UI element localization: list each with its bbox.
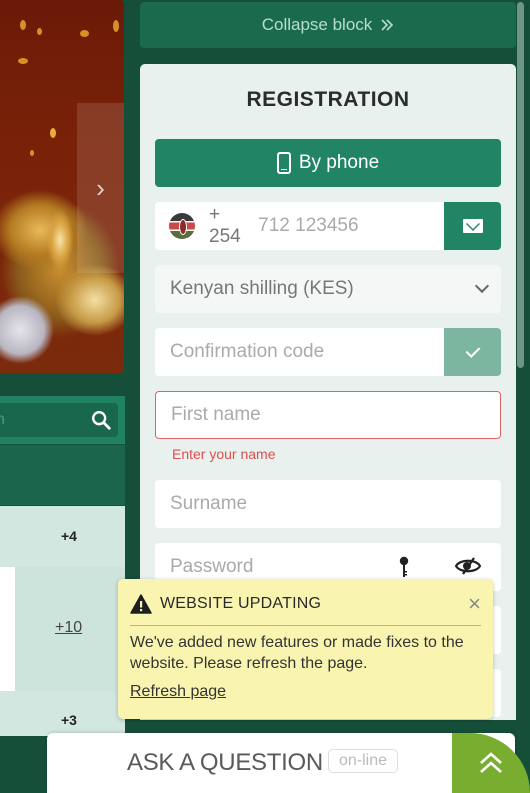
chevron-right-icon: ›	[96, 172, 105, 203]
registration-title: REGISTRATION	[246, 88, 410, 111]
surname-input[interactable]	[170, 493, 501, 515]
phone-field: + 254	[155, 202, 501, 250]
close-icon[interactable]: ×	[468, 593, 481, 615]
first-name-field	[155, 391, 501, 439]
promo-banner[interactable]: ›	[0, 0, 124, 373]
eye-slash-icon[interactable]	[455, 557, 481, 575]
confetti-decoration	[113, 20, 119, 32]
update-toast: WEBSITE UPDATING × We've added new featu…	[118, 579, 493, 719]
key-icon[interactable]	[399, 556, 409, 578]
warning-icon	[130, 594, 152, 614]
more-markets-count[interactable]: +4	[61, 528, 77, 544]
ask-question-label: ASK A QUESTION	[127, 749, 323, 776]
kenya-flag-icon[interactable]	[169, 213, 195, 239]
confetti-decoration	[80, 30, 89, 37]
ask-question-widget[interactable]: ASK A QUESTION on-line	[47, 733, 515, 793]
online-status-badge: on-line	[328, 749, 399, 773]
chevron-down-icon	[474, 278, 490, 294]
more-markets-link[interactable]: +10	[55, 619, 82, 637]
more-markets-count[interactable]: +3	[61, 712, 77, 728]
banner-next-button[interactable]: ›	[77, 103, 124, 273]
confetti-decoration	[30, 150, 34, 156]
confetti-decoration	[50, 128, 56, 138]
confetti-decoration	[37, 28, 42, 35]
toast-header: WEBSITE UPDATING ×	[130, 593, 481, 615]
tab-by-phone-label: By phone	[298, 152, 380, 173]
dial-code[interactable]: + 254	[209, 204, 244, 248]
confetti-decoration	[20, 20, 26, 30]
currency-selected: Kenyan shilling (KES)	[170, 278, 354, 299]
password-input[interactable]	[170, 556, 501, 578]
toast-title: WEBSITE UPDATING	[160, 595, 322, 612]
currency-select[interactable]: Kenyan shilling (KES)	[155, 265, 501, 313]
expand-chat-button[interactable]	[452, 733, 530, 793]
search-icon[interactable]	[90, 409, 112, 431]
event-row-card[interactable]	[0, 567, 15, 691]
confirmation-code-field	[155, 328, 501, 376]
confirm-code-button[interactable]	[444, 328, 501, 376]
smartphone-icon	[276, 152, 291, 174]
scrollbar-thumb[interactable]	[517, 2, 524, 368]
toast-divider	[130, 625, 481, 626]
collapse-block-button[interactable]: Collapse block	[140, 2, 516, 48]
check-icon	[465, 342, 480, 358]
tab-by-phone[interactable]: By phone	[155, 139, 501, 187]
search-placeholder: h	[0, 411, 5, 428]
double-chevron-right-icon	[381, 19, 394, 31]
search-input[interactable]: h	[0, 403, 118, 437]
first-name-input[interactable]	[171, 404, 500, 426]
chevrons-up-icon	[480, 752, 502, 773]
refresh-page-link[interactable]: Refresh page	[130, 683, 226, 701]
surname-field	[155, 480, 501, 528]
send-code-button[interactable]	[444, 202, 501, 250]
category-header	[0, 444, 125, 505]
toast-message: We've added new features or made fixes t…	[130, 634, 464, 672]
first-name-error: Enter your name	[172, 446, 276, 462]
event-list: +4 +10 +3	[0, 506, 125, 736]
confetti-decoration	[18, 58, 28, 64]
mail-icon	[462, 219, 483, 233]
collapse-block-label: Collapse block	[261, 15, 373, 34]
